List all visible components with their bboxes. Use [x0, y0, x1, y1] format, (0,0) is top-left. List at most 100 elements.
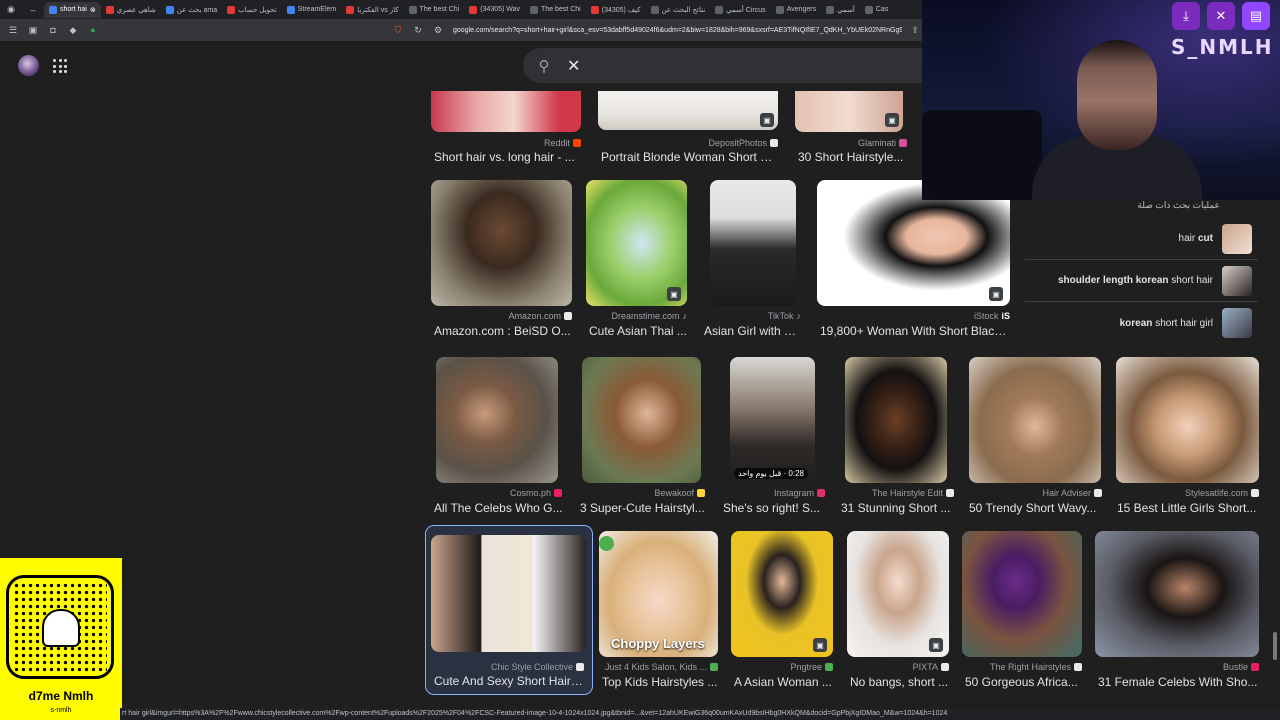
- result-title[interactable]: 19,800+ Woman With Short Black ...: [820, 324, 1010, 338]
- tab[interactable]: The best Chi: [404, 2, 465, 18]
- close-circle-icon[interactable]: ✕: [1207, 2, 1235, 30]
- result-thumbnail[interactable]: [431, 535, 586, 652]
- result-thumbnail[interactable]: [710, 180, 796, 306]
- image-result[interactable]: ▣ Dreamstime.com ♪ Cute Asian Thai ...: [586, 180, 687, 340]
- image-result-selected[interactable]: Chic Style Collective Cute And Sexy Shor…: [425, 525, 593, 695]
- minimize-icon[interactable]: –: [22, 5, 44, 15]
- result-title[interactable]: All The Celebs Who G...: [434, 501, 563, 515]
- avatar[interactable]: [18, 55, 39, 76]
- save-icon[interactable]: ▣: [929, 638, 943, 652]
- brave-shield-icon[interactable]: ⛉: [391, 23, 405, 37]
- share-icon[interactable]: ⇪: [908, 23, 922, 37]
- image-result[interactable]: Bewakoof 3 Super-Cute Hairstyl...: [577, 357, 705, 517]
- result-title[interactable]: Cute Asian Thai ...: [589, 324, 690, 338]
- tab[interactable]: شاهي عصري: [101, 2, 161, 18]
- result-source[interactable]: Dreamstime.com ♪: [611, 311, 687, 321]
- image-result[interactable]: ▣ Pngtree A Asian Woman ...: [731, 531, 833, 691]
- save-icon[interactable]: ▣: [989, 287, 1003, 301]
- image-result[interactable]: Amazon.com Amazon.com : BeiSD O...: [431, 180, 572, 340]
- tab[interactable]: الفكتريا vs كار: [341, 2, 403, 18]
- result-title[interactable]: Asian Girl with S...: [704, 324, 802, 338]
- image-result[interactable]: The Right Hairstyles 50 Gorgeous Africa.…: [962, 531, 1082, 691]
- tab[interactable]: نتائج البحث عن: [646, 2, 711, 18]
- image-result[interactable]: ▣ iStock iS 19,800+ Woman With Short Blac…: [817, 180, 1010, 340]
- result-source[interactable]: Chic Style Collective: [491, 662, 584, 672]
- search-icon[interactable]: ⚲: [535, 57, 553, 75]
- page-scrollbar[interactable]: [1273, 632, 1277, 660]
- result-thumbnail[interactable]: [1116, 357, 1259, 483]
- result-thumbnail[interactable]: [1095, 531, 1259, 657]
- result-source[interactable]: PIXTA: [913, 662, 949, 672]
- result-title[interactable]: A Asian Woman ...: [734, 675, 834, 689]
- related-item[interactable]: hair cut: [1025, 218, 1258, 260]
- related-item[interactable]: shoulder length korean short hair: [1025, 260, 1258, 302]
- result-source[interactable]: DepositPhotos: [708, 138, 778, 148]
- image-result[interactable]: ▣ DepositPhotos Portrait Blonde Woman Sh…: [598, 91, 779, 164]
- tab[interactable]: (34305) كيف: [586, 2, 646, 18]
- tab[interactable]: أسمي: [821, 2, 860, 18]
- result-title[interactable]: 15 Best Little Girls Short...: [1117, 501, 1259, 515]
- result-source[interactable]: Glaminati: [858, 138, 907, 148]
- result-title[interactable]: Short hair vs. long hair - ...: [434, 150, 579, 164]
- result-source[interactable]: Stylesatlife.com: [1185, 488, 1259, 498]
- result-title[interactable]: Portrait Blonde Woman Short Ha...: [601, 150, 779, 164]
- result-source[interactable]: The Right Hairstyles: [990, 662, 1082, 672]
- image-result[interactable]: ▣ Glaminati 30 Short Hairstyle...: [795, 91, 907, 164]
- tab[interactable]: The best Chi: [525, 2, 586, 18]
- apps-grid-icon[interactable]: [53, 59, 67, 73]
- tab[interactable]: (34305) Wav: [464, 2, 525, 18]
- save-icon[interactable]: ▣: [667, 287, 681, 301]
- result-thumbnail[interactable]: [436, 357, 558, 483]
- result-source[interactable]: Bustle: [1223, 662, 1259, 672]
- result-source[interactable]: Hair Adviser: [1042, 488, 1102, 498]
- tab[interactable]: أسمي Circus: [710, 2, 770, 18]
- result-source[interactable]: Cosmo.ph: [510, 488, 562, 498]
- result-source[interactable]: Instagram: [774, 488, 825, 498]
- result-source[interactable]: The Hairstyle Edit: [872, 488, 954, 498]
- result-thumbnail[interactable]: [431, 180, 572, 306]
- result-source[interactable]: Bewakoof: [654, 488, 705, 498]
- result-title[interactable]: 50 Trendy Short Wavy...: [969, 501, 1102, 515]
- image-result[interactable]: 0:28 · قبل يوم واحد Instagram She's so r…: [720, 357, 825, 517]
- tab[interactable]: بحث عن ama: [161, 2, 222, 18]
- related-item[interactable]: korean short hair girl: [1025, 302, 1258, 344]
- result-title[interactable]: No bangs, short ...: [850, 675, 950, 689]
- tabs-icon[interactable]: ▣: [26, 23, 40, 37]
- result-thumbnail[interactable]: [962, 531, 1082, 657]
- reload-icon[interactable]: ↻: [411, 23, 425, 37]
- save-icon[interactable]: ▣: [885, 113, 899, 127]
- image-result[interactable]: Bustle 31 Female Celebs With Sho...: [1095, 531, 1259, 691]
- result-source[interactable]: iStock iS: [974, 311, 1010, 321]
- result-title[interactable]: 30 Short Hairstyle...: [798, 150, 906, 164]
- tab[interactable]: تحويل حساب: [222, 2, 282, 18]
- image-result[interactable]: TikTok ♪ Asian Girl with S...: [701, 180, 802, 340]
- result-source[interactable]: Just 4 Kids Salon, Kids ...: [605, 662, 718, 672]
- site-info-icon[interactable]: ⚙: [431, 23, 445, 37]
- result-thumbnail[interactable]: [431, 91, 581, 132]
- url-field[interactable]: google.com/search?q=short+hair+girl&sca_…: [453, 22, 902, 38]
- image-result[interactable]: The Hairstyle Edit 31 Stunning Short ...: [838, 357, 954, 517]
- tab-active[interactable]: short hai ⊗: [44, 1, 101, 18]
- image-result[interactable]: Hair Adviser 50 Trendy Short Wavy...: [966, 357, 1102, 517]
- result-title[interactable]: 3 Super-Cute Hairstyl...: [580, 501, 706, 515]
- image-result[interactable]: ▣ PIXTA No bangs, short ...: [847, 531, 949, 691]
- shield-check-icon[interactable]: ●: [86, 23, 100, 37]
- tab[interactable]: Avengers: [771, 2, 821, 18]
- tab[interactable]: StreamElem: [282, 2, 342, 18]
- image-result[interactable]: Cosmo.ph All The Celebs Who G...: [431, 357, 563, 517]
- result-title[interactable]: 31 Female Celebs With Sho...: [1098, 675, 1259, 689]
- tab-close-icon[interactable]: ⊗: [90, 6, 96, 14]
- result-thumbnail[interactable]: [598, 91, 778, 130]
- result-title[interactable]: She's so right! S...: [723, 501, 825, 515]
- result-title[interactable]: Top Kids Hairstyles ...: [602, 675, 718, 689]
- result-title[interactable]: 31 Stunning Short ...: [841, 501, 954, 515]
- result-thumbnail[interactable]: [969, 357, 1101, 483]
- result-source[interactable]: Pngtree: [790, 662, 833, 672]
- save-icon[interactable]: ▣: [813, 638, 827, 652]
- result-title[interactable]: 50 Gorgeous Africa...: [965, 675, 1082, 689]
- screenshot-icon[interactable]: ◘: [46, 23, 60, 37]
- twitch-icon[interactable]: ▤: [1242, 2, 1270, 30]
- close-icon[interactable]: ✕: [567, 56, 580, 76]
- save-icon[interactable]: ▣: [760, 113, 774, 127]
- result-source[interactable]: TikTok ♪: [768, 311, 801, 321]
